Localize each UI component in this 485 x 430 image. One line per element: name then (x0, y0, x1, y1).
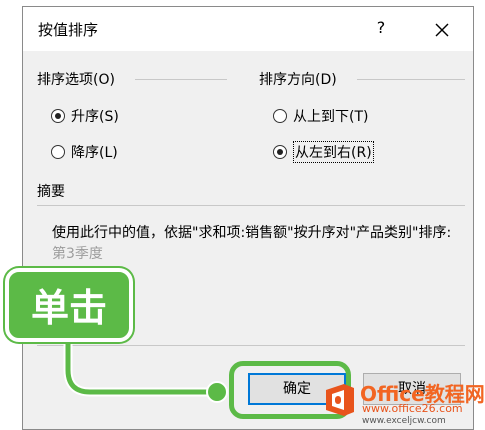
watermark-url: www.office26.com (362, 402, 463, 415)
click-callout-badge: 单击 (5, 268, 133, 342)
screenshot-stage: 按值排序 ? 排序选项(O) 升序(S) 降序(L) 排序方向(D) 从上到下(… (0, 0, 485, 430)
office-logo-icon (326, 384, 354, 416)
watermark: Office教程网 www.office26.com www.exceljcw.… (322, 376, 485, 428)
watermark-url-secondary: www.exceljcw.com (362, 416, 446, 426)
